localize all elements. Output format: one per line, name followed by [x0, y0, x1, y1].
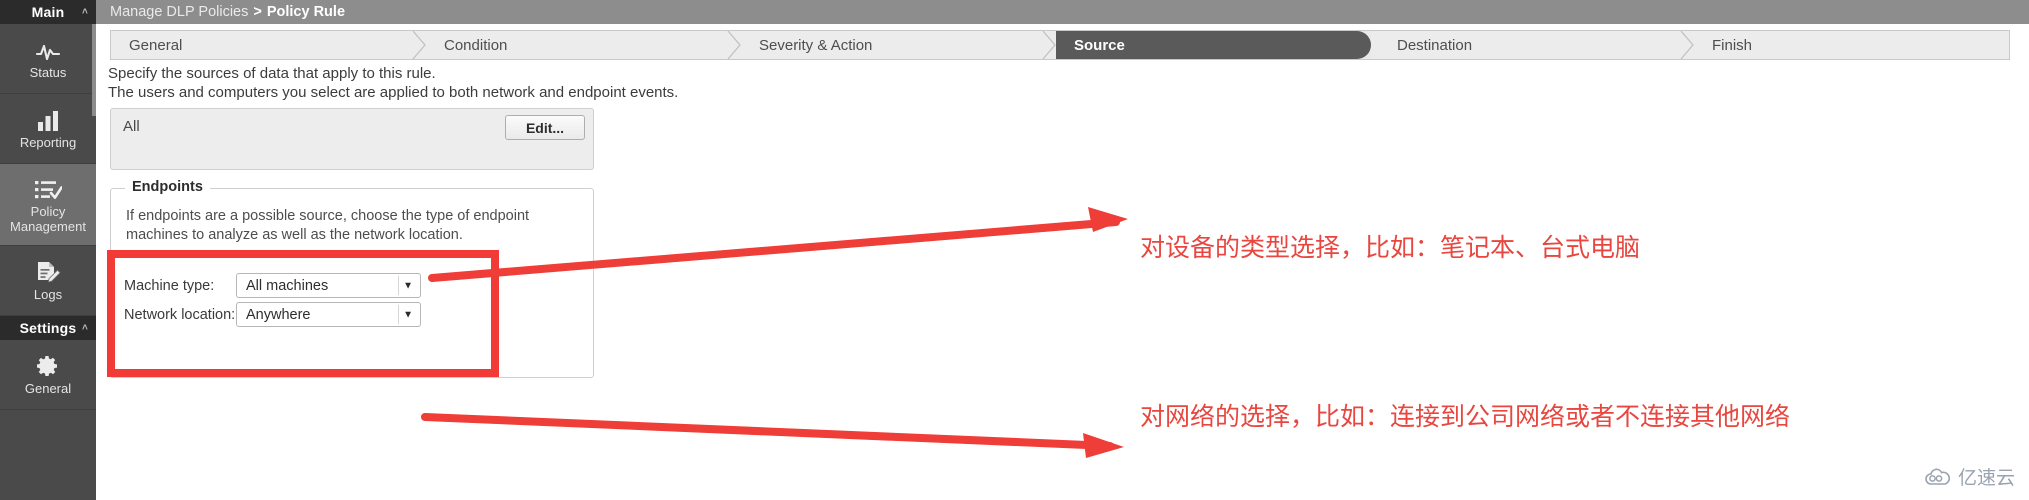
wizard-step-condition[interactable]: Condition: [426, 31, 741, 59]
dropdown-divider: [398, 305, 399, 324]
machine-type-value: All machines: [246, 277, 329, 294]
wizard-step-destination-label: Destination: [1397, 36, 1473, 54]
page-description: Specify the sources of data that apply t…: [108, 64, 678, 102]
breadcrumb-root[interactable]: Manage DLP Policies: [110, 4, 248, 20]
log-edit-icon: [35, 258, 61, 284]
annotation-caption-machine-type: 对设备的类型选择，比如：笔记本、台式电脑: [1140, 233, 1641, 262]
wizard-step-source-label: Source: [1074, 36, 1125, 54]
wizard-step-destination[interactable]: Destination: [1371, 31, 1694, 59]
network-location-dropdown[interactable]: Anywhere ▼: [236, 302, 421, 327]
endpoints-legend: Endpoints: [125, 179, 210, 195]
step-chevron-icon: [1680, 31, 1694, 59]
sidebar-item-logs-label: Logs: [33, 287, 63, 303]
chevron-up-icon: ˄: [81, 322, 88, 334]
gear-icon: [36, 352, 60, 378]
wizard-step-general-label: General: [129, 36, 183, 54]
wizard-step-finish[interactable]: Finish: [1694, 31, 2009, 59]
chevron-down-icon: ▼: [403, 280, 413, 291]
chevron-down-icon: ▼: [403, 309, 413, 320]
bar-chart-icon: [36, 106, 60, 132]
sidebar-item-logs[interactable]: Logs: [0, 246, 96, 316]
source-selection-box: All Edit...: [110, 108, 594, 170]
edit-button[interactable]: Edit...: [505, 115, 585, 140]
step-chevron-icon: [1042, 31, 1056, 59]
network-location-row: Network location: Anywhere ▼: [124, 302, 421, 327]
network-location-value: Anywhere: [246, 306, 311, 323]
sidebar-group-main[interactable]: Main ˄: [0, 0, 96, 24]
sidebar-item-status-label: Status: [29, 65, 67, 81]
sidebar-item-policy-management-label: Policy Management: [10, 203, 86, 234]
sidebar-group-settings-label: Settings: [19, 320, 77, 336]
page-description-line2: The users and computers you select are a…: [108, 84, 679, 102]
annotation-caption-network-location: 对网络的选择，比如：连接到公司网络或者不连接其他网络: [1140, 402, 1791, 431]
sidebar-item-status[interactable]: Status: [0, 24, 96, 94]
machine-type-row: Machine type: All machines ▼: [124, 273, 421, 298]
pulse-icon: [35, 36, 61, 62]
breadcrumb-current: Policy Rule: [266, 4, 346, 20]
machine-type-label: Machine type:: [124, 277, 215, 294]
sidebar-group-settings[interactable]: Settings ˄: [0, 316, 96, 340]
endpoints-description: If endpoints are a possible source, choo…: [126, 208, 530, 244]
cloud-icon: [1924, 468, 1952, 486]
source-selection-value: All: [123, 118, 140, 135]
step-chevron-icon: [412, 31, 426, 59]
sidebar-item-reporting-label: Reporting: [19, 135, 77, 151]
wizard-step-finish-label: Finish: [1712, 36, 1753, 54]
left-sidebar: Main ˄ Status Reporting Policy Managemen…: [0, 0, 96, 500]
sidebar-item-general[interactable]: General: [0, 340, 96, 410]
chevron-up-icon: ˄: [81, 6, 88, 18]
sidebar-item-policy-management[interactable]: Policy Management: [0, 164, 96, 246]
watermark-text: 亿速云: [1957, 468, 2015, 489]
page-description-line1: Specify the sources of data that apply t…: [108, 65, 436, 82]
screenshot-root: Main ˄ Status Reporting Policy Managemen…: [0, 0, 2029, 500]
machine-type-dropdown[interactable]: All machines ▼: [236, 273, 421, 298]
wizard-step-condition-label: Condition: [444, 36, 508, 54]
step-chevron-icon: [727, 31, 741, 59]
policy-list-icon: [34, 175, 62, 201]
breadcrumb-separator: >: [253, 4, 262, 20]
breadcrumb: Manage DLP Policies > Policy Rule: [96, 0, 2029, 24]
endpoints-fieldset: Endpoints If endpoints are a possible so…: [110, 179, 594, 378]
watermark: 亿速云: [1924, 463, 2015, 490]
sidebar-item-general-label: General: [24, 381, 72, 397]
sidebar-item-reporting[interactable]: Reporting: [0, 94, 96, 164]
wizard-step-severity-action-label: Severity & Action: [759, 36, 873, 54]
network-location-label: Network location:: [124, 306, 236, 323]
wizard-step-general[interactable]: General: [111, 31, 426, 59]
wizard-step-bar: General Condition Severity & Action Sour…: [110, 30, 2010, 60]
dropdown-divider: [398, 276, 399, 295]
wizard-step-severity-action[interactable]: Severity & Action: [741, 31, 1056, 59]
wizard-step-source[interactable]: Source: [1056, 31, 1371, 59]
sidebar-group-main-label: Main: [31, 4, 65, 20]
